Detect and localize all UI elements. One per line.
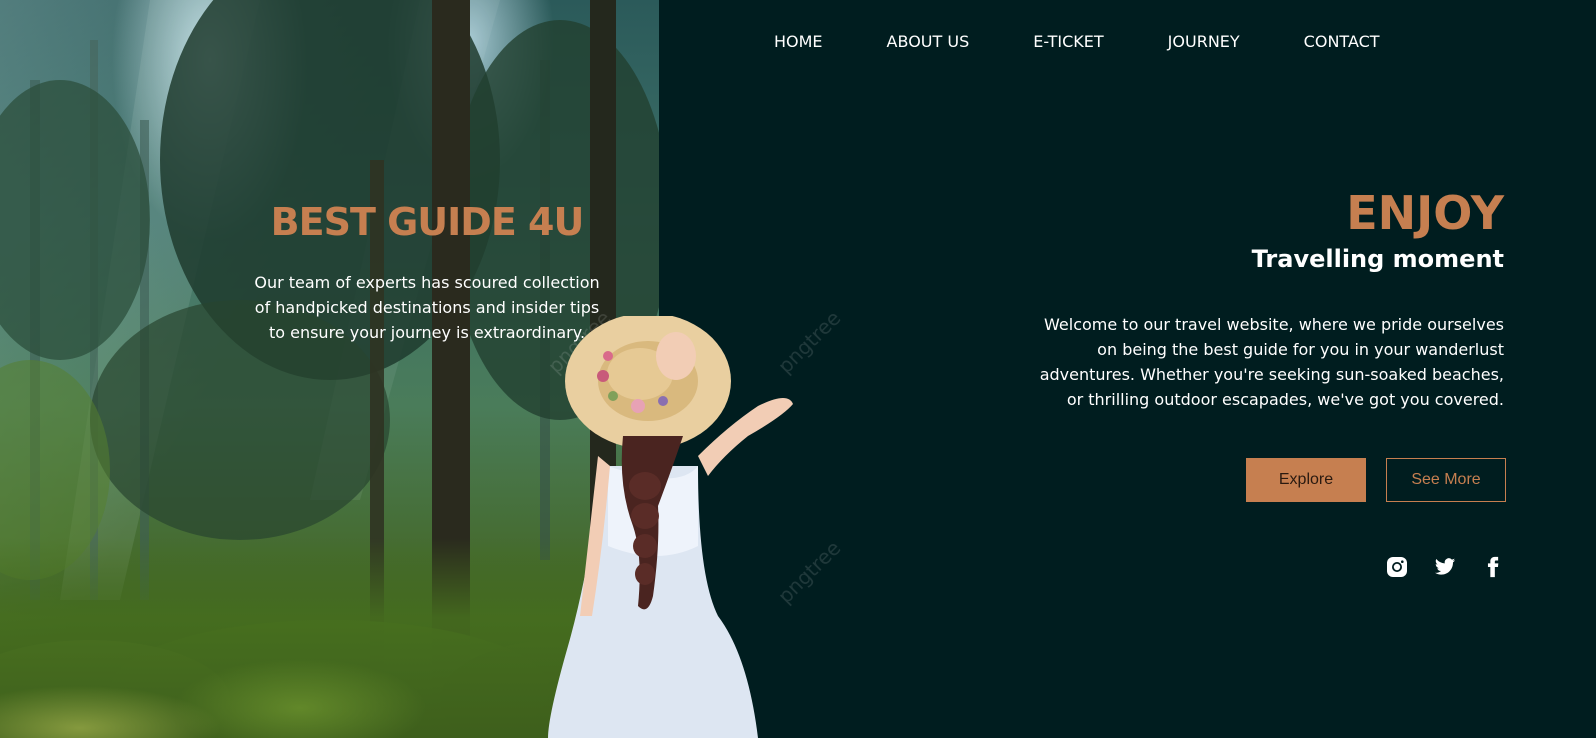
hero-title: ENJOY — [1346, 186, 1504, 240]
social-links — [1386, 556, 1504, 578]
nav-about-us[interactable]: ABOUT US — [887, 32, 970, 51]
girl-illustration — [548, 316, 793, 738]
see-more-button[interactable]: See More — [1386, 458, 1506, 502]
left-panel-title: BEST GUIDE 4U — [270, 200, 585, 244]
page: BEST GUIDE 4U Our team of experts has sc… — [0, 0, 1596, 738]
hero-subtitle: Travelling moment — [1251, 245, 1504, 273]
hero-description: Welcome to our travel website, where we … — [1039, 315, 1504, 409]
twitter-icon[interactable] — [1434, 556, 1456, 578]
nav-journey[interactable]: JOURNEY — [1168, 32, 1240, 51]
main-nav: HOME ABOUT US E-TICKET JOURNEY CONTACT — [774, 32, 1444, 51]
nav-e-ticket[interactable]: E-TICKET — [1033, 32, 1103, 51]
nav-home[interactable]: HOME — [774, 32, 823, 51]
facebook-icon[interactable] — [1482, 556, 1504, 578]
explore-button[interactable]: Explore — [1246, 458, 1366, 502]
instagram-icon[interactable] — [1386, 556, 1408, 578]
nav-contact[interactable]: CONTACT — [1304, 32, 1380, 51]
